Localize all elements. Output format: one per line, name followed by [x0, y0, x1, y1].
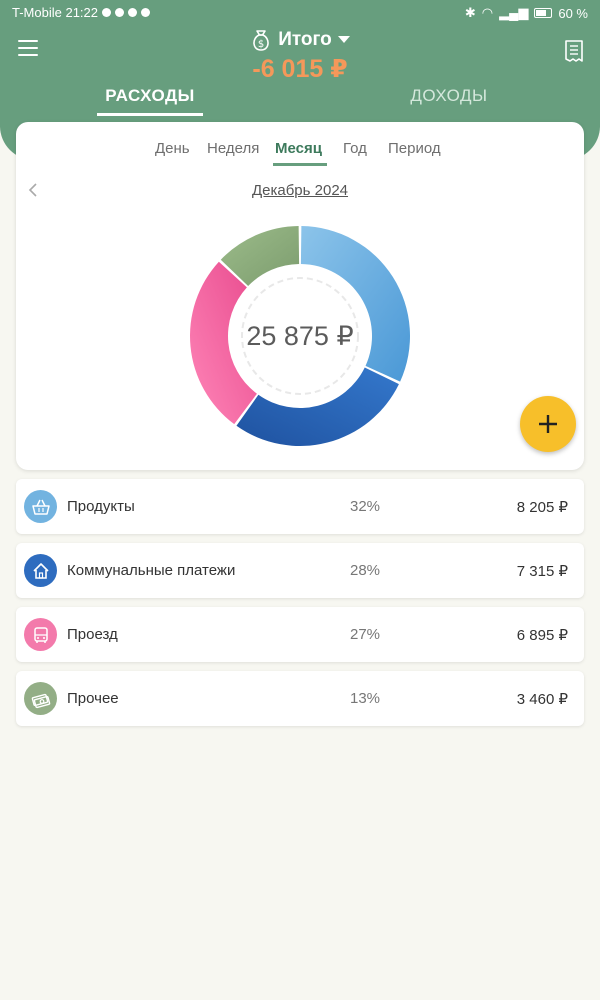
- battery-icon: [534, 8, 553, 18]
- category-amount: 6 895 ₽: [516, 627, 568, 644]
- page-title: Итого: [278, 29, 332, 50]
- carrier-time: T-Mobile 21:22: [12, 5, 98, 20]
- status-bar: T-Mobile 21:22 ✱ ◠ ▂▄▆ 60 %: [0, 0, 600, 24]
- money-bag-icon: $: [253, 30, 270, 51]
- receipt-icon: [565, 40, 583, 62]
- grocery-basket-icon: [24, 490, 57, 523]
- bluetooth-icon: ✱: [464, 5, 476, 20]
- category-percent: 32%: [350, 498, 381, 515]
- total-balance: -6 015 ₽: [252, 55, 348, 83]
- plus-icon: [539, 415, 557, 433]
- tab-income[interactable]: ДОХОДЫ: [394, 86, 504, 114]
- money-stack-icon: [24, 682, 57, 715]
- category-name: Коммунальные платежи: [67, 562, 236, 579]
- period-label[interactable]: Декабрь 2024: [16, 182, 584, 199]
- category-name: Проезд: [67, 626, 118, 643]
- house-icon: [24, 554, 57, 587]
- category-row-groceries[interactable]: Продукты 32% 8 205 ₽: [16, 479, 584, 534]
- period-tab-week[interactable]: Неделя: [207, 140, 259, 157]
- bus-icon: [24, 618, 57, 651]
- period-tab-custom[interactable]: Период: [388, 140, 441, 157]
- chat-notification-icon: [128, 8, 137, 17]
- period-tab-month[interactable]: Месяц: [275, 140, 322, 157]
- period-tab-indicator: [273, 163, 327, 166]
- wifi-icon: ◠: [481, 5, 494, 20]
- category-percent: 28%: [350, 562, 381, 579]
- summary-card: День Неделя Месяц Год Период Декабрь 202…: [16, 122, 584, 470]
- svg-text:$: $: [258, 39, 264, 50]
- message-notification-icon: [102, 8, 111, 17]
- wallet-notification-icon: [141, 8, 150, 17]
- add-transaction-button[interactable]: [520, 396, 576, 452]
- category-row-other[interactable]: Прочее 13% 3 460 ₽: [16, 671, 584, 726]
- period-tab-year[interactable]: Год: [343, 140, 367, 157]
- battery-level: 60 %: [558, 5, 588, 21]
- account-selector[interactable]: $ Итого: [0, 28, 600, 52]
- category-percent: 13%: [350, 690, 381, 707]
- category-amount: 7 315 ₽: [516, 563, 568, 580]
- dropdown-arrow-icon: [337, 36, 350, 43]
- category-name: Прочее: [67, 690, 119, 707]
- signal-icon: ▂▄▆: [499, 5, 529, 20]
- period-tab-day[interactable]: День: [155, 140, 190, 157]
- category-row-utilities[interactable]: Коммунальные платежи 28% 7 315 ₽: [16, 543, 584, 598]
- receipt-button[interactable]: [564, 40, 584, 67]
- category-amount: 8 205 ₽: [516, 499, 568, 516]
- app-notification-icon: [115, 8, 124, 17]
- category-row-transport[interactable]: Проезд 27% 6 895 ₽: [16, 607, 584, 662]
- category-percent: 27%: [350, 626, 381, 643]
- category-amount: 3 460 ₽: [516, 691, 568, 708]
- tab-expenses[interactable]: РАСХОДЫ: [97, 86, 203, 116]
- donut-total-amount: 25 875 ₽: [246, 320, 354, 351]
- category-name: Продукты: [67, 498, 135, 515]
